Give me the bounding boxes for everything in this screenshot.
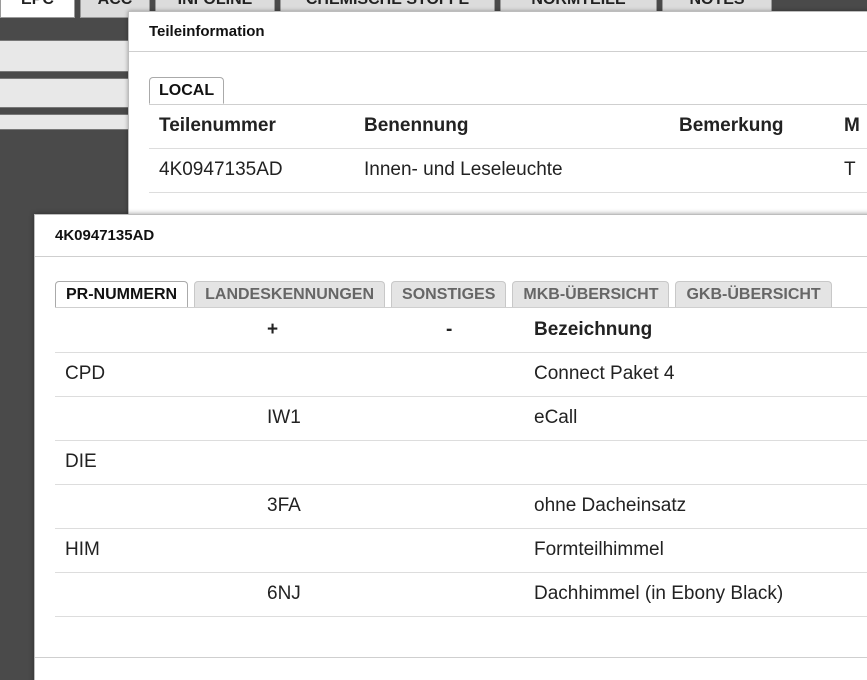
cell-m: T <box>834 148 867 193</box>
cell-bezeichnung: Dachhimmel (in Ebony Black) <box>534 572 867 617</box>
table-header-row: Teilenummer Benennung Bemerkung M <box>149 105 867 149</box>
cell-minus <box>436 484 534 529</box>
cell-minus <box>436 572 534 617</box>
table-row[interactable]: CPD Connect Paket 4 <box>55 352 867 397</box>
column-header-benennung[interactable]: Benennung <box>354 105 669 149</box>
column-header-family <box>55 308 257 353</box>
cell-plus: 6NJ <box>257 572 436 617</box>
part-dialog-title: 4K0947135AD <box>35 215 867 257</box>
cell-plus <box>257 440 436 485</box>
column-header-plus[interactable]: + <box>257 308 436 353</box>
column-header-minus[interactable]: - <box>436 308 534 353</box>
table-row[interactable]: 6NJ Dachhimmel (in Ebony Black) <box>55 572 867 617</box>
column-header-teilenummer[interactable]: Teilenummer <box>149 105 354 149</box>
cell-family: HIM <box>55 528 257 573</box>
column-header-m[interactable]: M <box>834 105 867 149</box>
table-row[interactable]: 4K0947135AD Innen- und Leseleuchte T <box>149 148 867 193</box>
cell-benennung: Innen- und Leseleuchte <box>354 148 669 193</box>
cell-bemerkung <box>669 148 834 193</box>
tab-mkb-uebersicht[interactable]: MKB-ÜBERSICHT <box>512 281 670 308</box>
cell-family <box>55 572 257 617</box>
cell-plus <box>257 352 436 397</box>
table-row[interactable]: 3FA ohne Dacheinsatz <box>55 484 867 529</box>
tab-gkb-uebersicht[interactable]: GKB-ÜBERSICHT <box>675 281 832 308</box>
cell-minus <box>436 440 534 485</box>
teileinformation-tabs: LOCAL <box>149 77 225 104</box>
table-row[interactable]: HIM Formteilhimmel <box>55 528 867 573</box>
cell-plus: 3FA <box>257 484 436 529</box>
teileinformation-title: Teileinformation <box>129 12 867 52</box>
dialog-footer-divider <box>35 657 867 658</box>
cell-bezeichnung: Formteilhimmel <box>534 528 867 573</box>
tab-landeskennungen[interactable]: LANDESKENNUNGEN <box>194 281 386 308</box>
cell-family: CPD <box>55 352 257 397</box>
cell-minus <box>436 528 534 573</box>
pr-nummern-table: + - Bezeichnung CPD Connect Paket 4 IW1 … <box>55 308 867 617</box>
cell-minus <box>436 396 534 441</box>
cell-bezeichnung <box>534 440 867 485</box>
cell-family: DIE <box>55 440 257 485</box>
tab-sonstiges[interactable]: SONSTIGES <box>391 281 507 308</box>
table-row[interactable]: DIE <box>55 440 867 485</box>
background-row <box>0 40 130 72</box>
table-row[interactable]: IW1 eCall <box>55 396 867 441</box>
background-row <box>0 114 130 130</box>
cell-minus <box>436 352 534 397</box>
cell-plus: IW1 <box>257 396 436 441</box>
column-header-bemerkung[interactable]: Bemerkung <box>669 105 834 149</box>
part-dialog-tabs: PR-NUMMERN LANDESKENNUNGEN SONSTIGES MKB… <box>55 281 838 308</box>
cell-family <box>55 396 257 441</box>
part-number-dialog: 4K0947135AD PR-NUMMERN LANDESKENNUNGEN S… <box>34 214 867 680</box>
teileinformation-table: Teilenummer Benennung Bemerkung M 4K0947… <box>149 105 867 193</box>
table-header-row: + - Bezeichnung <box>55 308 867 353</box>
column-header-bezeichnung[interactable]: Bezeichnung <box>534 308 867 353</box>
cell-plus <box>257 528 436 573</box>
cell-bezeichnung: ohne Dacheinsatz <box>534 484 867 529</box>
app-tab-epc[interactable]: EPC <box>0 0 75 18</box>
teileinformation-dialog: Teileinformation LOCAL Teilenummer Benen… <box>128 11 867 241</box>
cell-teilenummer: 4K0947135AD <box>149 148 354 193</box>
background-row <box>0 78 130 108</box>
tab-pr-nummern[interactable]: PR-NUMMERN <box>55 281 189 308</box>
background-panel <box>0 18 130 136</box>
cell-family <box>55 484 257 529</box>
cell-bezeichnung: Connect Paket 4 <box>534 352 867 397</box>
cell-bezeichnung: eCall <box>534 396 867 441</box>
tab-local[interactable]: LOCAL <box>149 77 225 104</box>
